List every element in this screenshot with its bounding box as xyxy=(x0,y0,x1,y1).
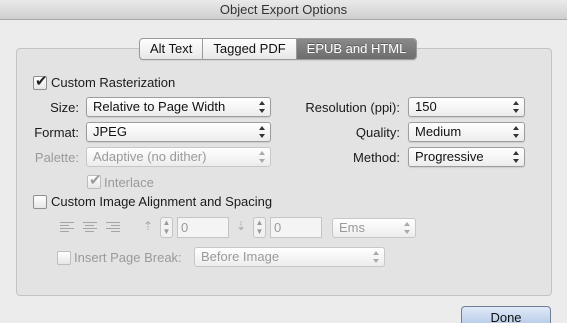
space-after-field[interactable]: 0 xyxy=(270,217,322,238)
resolution-label: Resolution (ppi): xyxy=(305,100,400,115)
method-select[interactable]: Progressive xyxy=(408,147,525,167)
updown-arrows-icon xyxy=(258,125,266,139)
align-right-icon[interactable] xyxy=(106,222,120,234)
size-value: Relative to Page Width xyxy=(93,99,226,114)
format-value: JPEG xyxy=(93,124,127,139)
palette-select[interactable]: Adaptive (no dither) xyxy=(86,147,271,167)
updown-arrows-icon xyxy=(512,150,520,164)
custom-alignment-label: Custom Image Alignment and Spacing xyxy=(51,194,273,209)
updown-arrows-icon xyxy=(258,150,266,164)
align-left-icon[interactable] xyxy=(60,222,74,234)
checkmark-icon: ✔ xyxy=(35,72,48,90)
method-label: Method: xyxy=(353,150,400,165)
units-select[interactable]: Ems xyxy=(332,218,416,238)
page-break-label: Insert Page Break: xyxy=(74,250,182,265)
quality-value: Medium xyxy=(415,124,462,139)
size-label: Size: xyxy=(50,100,79,115)
updown-arrows-icon xyxy=(512,100,520,114)
page-break-value: Before Image xyxy=(201,249,280,264)
updown-arrows-icon xyxy=(512,125,520,139)
stepper-up-icon[interactable]: ▲ xyxy=(254,218,265,227)
window-titlebar: Object Export Options xyxy=(0,0,567,20)
tab-alt-text[interactable]: Alt Text xyxy=(140,39,204,59)
stepper-up-icon[interactable]: ▲ xyxy=(161,218,172,227)
space-before-stepper[interactable]: ▲ ▼ xyxy=(160,217,173,238)
quality-select[interactable]: Medium xyxy=(408,122,525,142)
space-before-icon: ⇡ xyxy=(143,219,154,233)
align-center-icon[interactable] xyxy=(83,222,97,234)
custom-rasterization-checkbox[interactable]: ✔ xyxy=(33,72,48,90)
resolution-select[interactable]: 150 xyxy=(408,97,525,117)
resolution-value: 150 xyxy=(415,99,437,114)
space-after-value: 0 xyxy=(274,220,282,235)
stepper-down-icon[interactable]: ▼ xyxy=(254,227,265,236)
format-label: Format: xyxy=(34,125,79,140)
units-value: Ems xyxy=(339,220,365,235)
space-after-icon: ⇣ xyxy=(236,219,247,233)
size-select[interactable]: Relative to Page Width xyxy=(86,97,271,117)
tab-tagged-pdf[interactable]: Tagged PDF xyxy=(203,39,297,59)
quality-label: Quality: xyxy=(355,125,400,140)
space-before-field[interactable]: 0 xyxy=(177,217,229,238)
stepper-down-icon[interactable]: ▼ xyxy=(161,227,172,236)
space-before-value: 0 xyxy=(181,220,189,235)
tab-epub-and-html[interactable]: EPUB and HTML xyxy=(296,39,417,59)
palette-label: Palette: xyxy=(34,150,79,165)
updown-arrows-icon xyxy=(403,221,411,235)
custom-alignment-checkbox[interactable] xyxy=(33,195,47,209)
updown-arrows-icon xyxy=(372,250,380,264)
page-break-select[interactable]: Before Image xyxy=(194,247,385,267)
interlace-label: Interlace xyxy=(104,175,154,190)
method-value: Progressive xyxy=(415,149,484,164)
format-select[interactable]: JPEG xyxy=(86,122,271,142)
tab-bar: Alt Text Tagged PDF EPUB and HTML xyxy=(139,38,418,60)
checkmark-icon: ✔ xyxy=(89,171,102,189)
palette-value: Adaptive (no dither) xyxy=(93,149,207,164)
updown-arrows-icon xyxy=(258,100,266,114)
window-title: Object Export Options xyxy=(219,2,348,17)
done-button[interactable]: Done xyxy=(461,306,551,323)
custom-rasterization-label: Custom Rasterization xyxy=(51,75,176,90)
page-break-checkbox[interactable] xyxy=(57,251,71,265)
space-after-stepper[interactable]: ▲ ▼ xyxy=(253,217,266,238)
interlace-checkbox[interactable]: ✔ xyxy=(87,171,102,189)
